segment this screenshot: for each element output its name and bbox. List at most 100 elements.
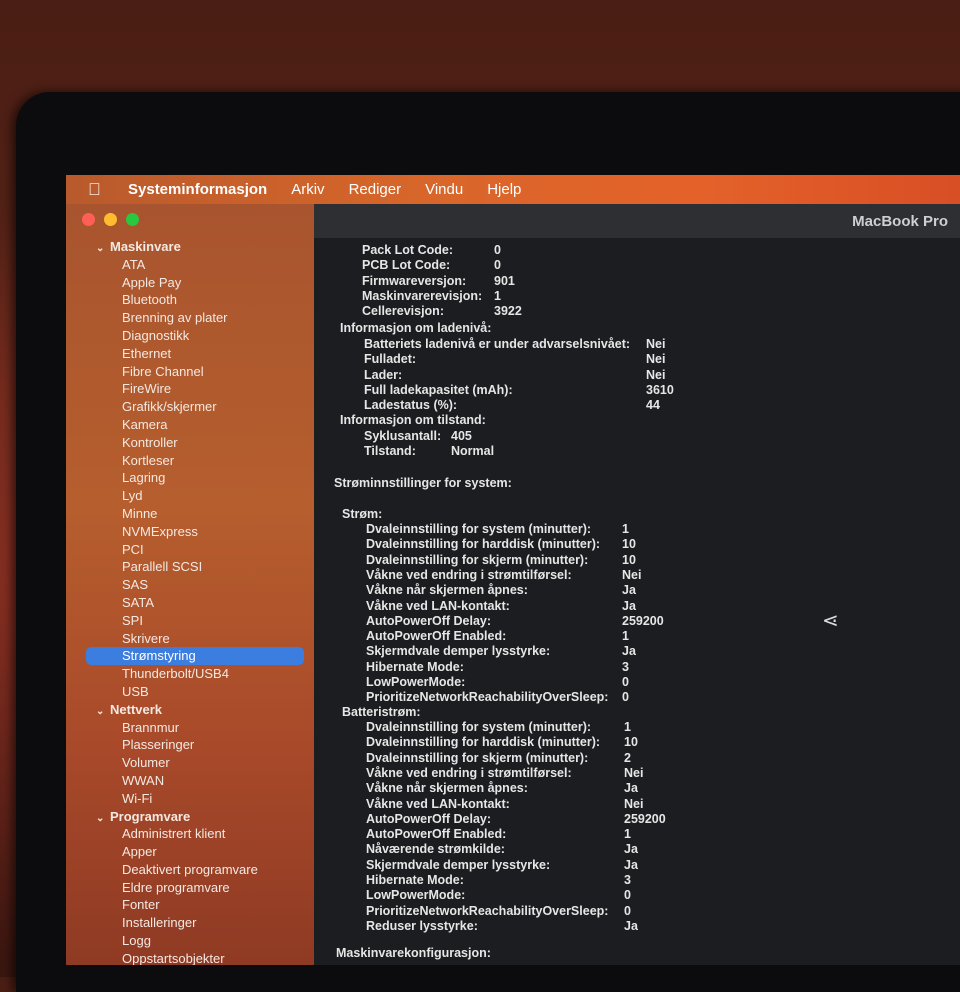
- sidebar-item[interactable]: Ethernet: [66, 345, 314, 363]
- property-value: Nei: [624, 796, 644, 811]
- property-label: Reduser lysstyrke:: [366, 918, 478, 933]
- property-label: PrioritizeNetworkReachabilityOverSleep:: [366, 690, 609, 705]
- sidebar-item[interactable]: Oppstartsobjekter: [66, 950, 314, 965]
- sidebar-item[interactable]: Plasseringer: [66, 736, 314, 754]
- property-value: Nei: [624, 765, 644, 780]
- sidebar-item[interactable]: Fonter: [66, 896, 314, 914]
- sidebar-item[interactable]: Diagnostikk: [66, 327, 314, 345]
- sidebar-item[interactable]: Skrivere: [66, 630, 314, 648]
- property-label: Hibernate Mode:: [366, 873, 464, 887]
- property-label: PrioritizeNetworkReachabilityOverSleep:: [366, 903, 609, 918]
- property-value: Nei: [622, 567, 642, 582]
- chevron-down-icon[interactable]: ⌄: [96, 703, 110, 721]
- chevron-down-icon[interactable]: ⌄: [96, 810, 110, 828]
- sidebar-item[interactable]: Bluetooth: [66, 291, 314, 309]
- sidebar-item[interactable]: Kamera: [66, 416, 314, 434]
- sidebar-item[interactable]: Kortleser: [66, 452, 314, 470]
- sidebar-item[interactable]: Lagring: [66, 469, 314, 487]
- sidebar-item[interactable]: Parallell SCSI: [66, 558, 314, 576]
- property-label: Nåværende strømkilde:: [366, 842, 505, 857]
- property-label: Dvaleinnstilling for skjerm (minutter):: [366, 552, 589, 567]
- menu-arkiv[interactable]: Arkiv: [291, 181, 324, 198]
- property-label: Dvaleinnstilling for harddisk (minutter)…: [366, 735, 601, 750]
- property-value: Nei: [646, 367, 666, 382]
- sidebar-item[interactable]: Deaktivert programvare: [66, 861, 314, 879]
- property-label: Våkne ved endring i strømtilførsel:: [366, 765, 572, 780]
- sidebar-item[interactable]: Logg: [66, 932, 314, 950]
- sidebar-item[interactable]: Volumer: [66, 754, 314, 772]
- section-header: Informasjon om ladenivå:: [340, 321, 492, 335]
- sidebar-item[interactable]: WWAN: [66, 772, 314, 790]
- sidebar-item[interactable]: Brenning av plater: [66, 309, 314, 327]
- sidebar-item[interactable]: PCI: [66, 541, 314, 559]
- sidebar-group[interactable]: ⌄ Maskinvare: [66, 238, 314, 256]
- sidebar-item[interactable]: Lyd: [66, 487, 314, 505]
- property-label: Hibernate Mode:: [366, 659, 464, 674]
- property-value: 10: [624, 735, 638, 750]
- sidebar-item[interactable]: SPI: [66, 612, 314, 630]
- sidebar-item[interactable]: Administrert klient: [66, 825, 314, 843]
- sidebar-group-label: Programvare: [110, 808, 191, 824]
- property-value: Ja: [624, 918, 638, 933]
- section-header: Batteristrøm:: [342, 705, 421, 719]
- sidebar-list: ⌄ Maskinvare ATA Apple Pay Bluetooth Brenning…: [66, 238, 314, 965]
- property-label: LowPowerMode:: [366, 675, 466, 689]
- menu-rediger[interactable]: Rediger: [349, 181, 402, 198]
- detail-pane[interactable]: ⋖ Pack Lot Code: 0 PCB Lot Code: 0 Firmwarev…: [314, 238, 960, 965]
- menu-bar:  Systeminformasjon Arkiv Rediger Vindu …: [66, 175, 960, 204]
- property-value: 3: [624, 873, 631, 887]
- zoom-window-button[interactable]: [126, 213, 139, 226]
- property-value: 1: [494, 288, 501, 303]
- sidebar-item[interactable]: Installeringer: [66, 914, 314, 932]
- property-label: PCB Lot Code:: [362, 258, 451, 273]
- property-value: 3: [622, 659, 629, 674]
- property-value: Ja: [622, 583, 636, 598]
- sidebar-group-label: Maskinvare: [110, 239, 181, 254]
- minimize-window-button[interactable]: [104, 213, 117, 226]
- sidebar-item[interactable]: SAS: [66, 576, 314, 594]
- menu-vindu[interactable]: Vindu: [425, 181, 463, 198]
- property-label: Cellerevisjon:: [362, 304, 444, 319]
- sidebar-item[interactable]: Apple Pay: [66, 274, 314, 292]
- property-value: Nei: [646, 352, 666, 367]
- property-value: 901: [494, 273, 515, 288]
- sidebar-group[interactable]: ⌄ Nettverk: [66, 701, 314, 719]
- menu-app-name[interactable]: Systeminformasjon: [128, 181, 267, 198]
- property-value: 259200: [622, 613, 664, 628]
- sidebar-item[interactable]: Minne: [66, 505, 314, 523]
- sidebar-item[interactable]: Brannmur: [66, 719, 314, 737]
- sidebar-item[interactable]: ATA: [66, 256, 314, 274]
- property-value: Nei: [646, 337, 666, 351]
- property-label: Batteriets ladenivå er under advarselsni…: [364, 337, 631, 351]
- property-value: 0: [494, 258, 501, 273]
- property-value: Normal: [451, 444, 495, 459]
- sidebar-group[interactable]: ⌄ Programvare: [66, 808, 314, 826]
- property-label: Firmwareversjon:: [362, 273, 467, 288]
- sidebar-item[interactable]: Strømstyring: [86, 647, 304, 666]
- sidebar-item[interactable]: FireWire: [66, 380, 314, 398]
- sidebar-item[interactable]: Apper: [66, 843, 314, 861]
- sidebar-item[interactable]: Eldre programvare: [66, 879, 314, 897]
- window-title: MacBook Pro: [852, 213, 948, 230]
- sidebar-item[interactable]: Wi-Fi: [66, 790, 314, 808]
- sidebar-item[interactable]: Kontroller: [66, 434, 314, 452]
- sidebar-item[interactable]: Grafikk/skjermer: [66, 398, 314, 416]
- chevron-down-icon[interactable]: ⌄: [96, 240, 110, 258]
- property-label: Fulladet:: [364, 352, 417, 367]
- property-value: 44: [646, 398, 660, 413]
- property-label: Pack Lot Code:: [362, 243, 453, 257]
- section-header: Maskinvarekonfigurasjon:: [336, 946, 491, 960]
- sidebar-item[interactable]: Thunderbolt/USB4: [66, 665, 314, 683]
- sidebar-group-label: Nettverk: [110, 701, 163, 717]
- sidebar-item[interactable]: SATA: [66, 594, 314, 612]
- section-header: Informasjon om tilstand:: [340, 413, 486, 427]
- sidebar-item[interactable]: NVMExpress: [66, 523, 314, 541]
- window-titlebar: MacBook Pro: [314, 204, 960, 239]
- sidebar-item[interactable]: USB: [66, 683, 314, 701]
- property-label: Våkne når skjermen åpnes:: [366, 583, 528, 598]
- apple-menu-icon[interactable]: : [88, 180, 110, 200]
- menu-hjelp[interactable]: Hjelp: [487, 181, 521, 198]
- property-value: 0: [494, 243, 501, 257]
- close-window-button[interactable]: [82, 213, 95, 226]
- sidebar-item[interactable]: Fibre Channel: [66, 363, 314, 381]
